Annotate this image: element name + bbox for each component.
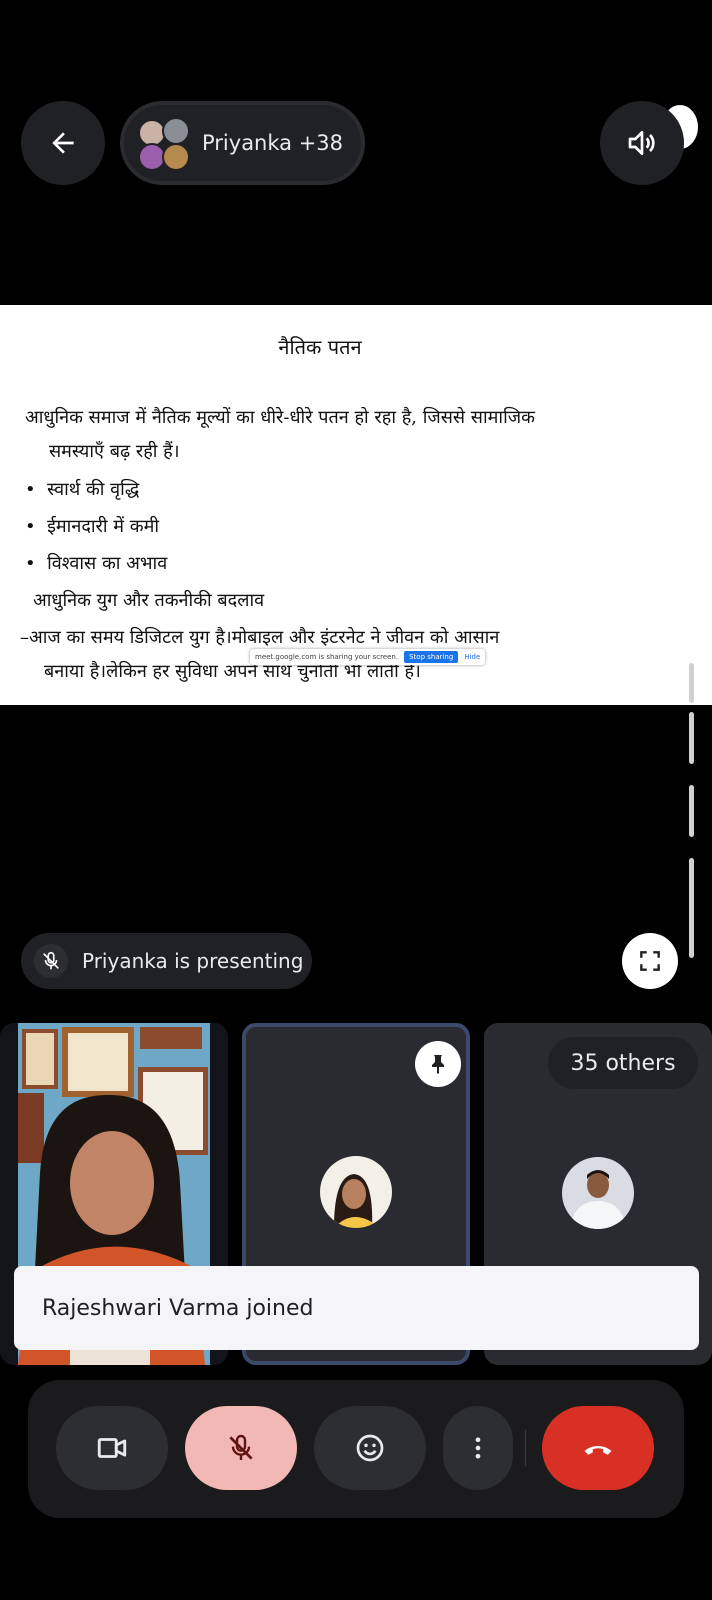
avatar [562,1157,634,1229]
stop-sharing-button[interactable]: Stop sharing [404,651,459,663]
more-options-button[interactable] [443,1406,513,1490]
slide-intro: आधुनिक समाज में नैतिक मूल्यों का धीरे-धी… [25,401,675,469]
slide-bullet: • विश्वास का अभाव [25,553,168,574]
join-notification: Rajeshwari Varma joined [14,1266,699,1350]
volume-icon [628,131,655,155]
pin-icon [432,1055,444,1074]
screen-share-banner: meet.google.com is sharing your screen. … [250,649,486,665]
join-notification-text: Rajeshwari Varma joined [42,1295,314,1321]
presenter-status: Priyanka is presenting [21,933,312,989]
presenting-label: Priyanka is presenting [82,949,304,973]
slide-intro-line: आधुनिक समाज में नैतिक मूल्यों का धीरे-धी… [25,407,535,428]
hide-banner-link[interactable]: Hide [464,653,480,661]
slide-title: नैतिक पतन [278,335,362,359]
emoji-icon [356,1434,384,1462]
more-vert-icon [475,1437,481,1459]
avatar [320,1156,392,1228]
avatar [162,143,190,171]
slide-intro-line: समस्याएँ बढ़ रही हैं। [49,441,180,462]
scroll-indicator [689,906,694,958]
scroll-indicator [689,858,694,910]
arrow-back-icon [52,132,74,154]
audio-output-button[interactable] [600,101,684,185]
back-button[interactable] [21,101,105,185]
slide-bullet: • ईमानदारी में कमी [25,516,160,537]
camera-toggle-button[interactable] [56,1406,168,1490]
participants-label: Priyanka +38 [202,131,344,155]
participant-avatars [134,115,190,171]
scroll-indicator [689,785,694,837]
slide-subheading: आधुनिक युग और तकनीकी बदलाव [33,590,265,611]
slide-bullet: • स्वार्थ की वृद्धि [25,479,140,500]
others-count-badge: 35 others [548,1037,698,1089]
scroll-indicator [689,712,694,764]
call-controls [28,1380,684,1518]
divider [525,1430,526,1466]
mic-toggle-button[interactable] [185,1406,297,1490]
avatar [162,117,190,145]
participants-button[interactable]: Priyanka +38 [120,101,365,185]
reactions-button[interactable] [314,1406,426,1490]
fullscreen-button[interactable] [622,933,678,989]
mic-off-icon [43,951,59,970]
call-end-icon [584,1445,612,1455]
mic-off-indicator [34,944,68,978]
pin-button[interactable] [415,1041,461,1087]
shared-screen: नैतिक पतन आधुनिक समाज में नैतिक मूल्यों … [0,305,712,705]
mic-off-icon [229,1434,253,1460]
scroll-indicator [689,663,694,703]
share-banner-text: meet.google.com is sharing your screen. [255,653,399,661]
fullscreen-icon [640,951,660,971]
videocam-icon [97,1438,127,1458]
leave-call-button[interactable] [542,1406,654,1490]
